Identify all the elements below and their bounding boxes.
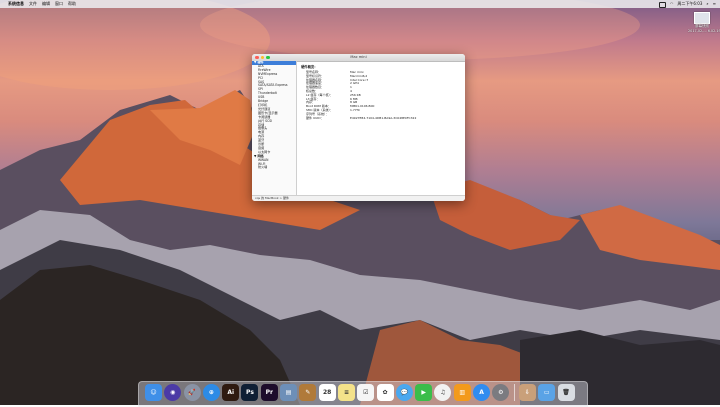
category-sidebar: ▼ 硬件 ATA FireWire NVMExpress PCI SAS SATA/SATA… [252,61,297,196]
dock-calendar-icon[interactable]: 28 [318,384,336,401]
file-thumbnail-icon [694,12,710,24]
detail-heading: 硬件概览： [301,65,318,69]
detail-pane: 硬件概览： 型号名称： Mac mini 型号标识符： Macmini6,2 处理器名称… [297,61,465,196]
detail-value: 1.77f0 [350,107,360,112]
window-title: Mac mini [350,55,367,59]
dock-ibooks-icon[interactable]: ▥ [453,384,471,401]
dock-notes-icon[interactable]: ≡ [337,384,355,401]
detail-row: 硬件 UUID： E4927E84-7104-4DB1-BA9A-3C048E0F… [301,115,461,121]
spotlight-icon[interactable]: ⌕ [706,0,708,8]
dock-app-store-icon[interactable]: A [473,384,491,401]
detail-key: 硬件 UUID： [306,115,324,120]
menu-bar: 系统信息 文件 编辑 窗口 帮助 ◠ 周二下午6:03 ⌕ ≡ [0,0,720,8]
detail-value: E4927E84-7104-4DB1-BA9A-3C048E0FC322 [350,115,417,120]
menu-app-name[interactable]: 系统信息 [8,0,24,8]
dock-finder-icon[interactable]: ☺ [145,384,162,401]
dock-siri-icon[interactable]: ◉ [164,384,182,401]
menu-help[interactable]: 帮助 [68,0,76,8]
dock-launchpad-icon[interactable]: 🚀 [183,384,201,401]
dock-photos-icon[interactable]: ✿ [376,384,394,401]
dock-preview-icon[interactable]: ▤ [280,384,298,401]
sidebar-item[interactable]: 防火墙 [252,166,296,170]
dock-facetime-icon[interactable]: ▶ [415,384,433,401]
dock-illustrator-icon[interactable]: Ai [222,384,240,401]
system-information-window: Mac mini ▼ 硬件 ATA FireWire NVMExpress PCI SAS… [252,54,465,201]
menu-window[interactable]: 窗口 [55,0,63,8]
menu-file[interactable]: 文件 [29,0,37,8]
dock-reminders-icon[interactable]: ☑ [357,384,375,401]
dock-trash-icon[interactable]: 🗑 [557,384,575,401]
desktop-screenshot-file[interactable]: 屏幕快照 2017-02-... 6.02.19 [688,12,720,33]
battery-icon[interactable] [658,2,666,8]
dock-itunes-icon[interactable]: ♫ [434,384,452,401]
dock-photoshop-icon[interactable]: Ps [241,384,259,401]
dock-premiere-icon[interactable]: Pr [260,384,278,401]
notification-center-icon[interactable]: ≡ [713,0,716,8]
path-bar: cqs 的 MacBook > 硬件 [252,195,465,201]
dock: ☺ ◉ 🚀 ⊕ Ai Ps Pr ▤ ✎ 28 ≡ ☑ ✿ 💬 ▶ ♫ ▥ A ⚙ ⇩ ▭ 🗑 [138,381,588,407]
menu-edit[interactable]: 编辑 [42,0,50,8]
file-label-date: 2017-02-... 6.02.19 [688,28,720,33]
dock-messages-icon[interactable]: 💬 [395,384,413,401]
dock-system-preferences-icon[interactable]: ⚙ [492,384,510,401]
menu-clock[interactable]: 周二下午6:03 [677,0,702,8]
dock-notes-app-icon[interactable]: ✎ [299,384,317,401]
dock-downloads-icon[interactable]: ⇩ [518,384,536,401]
dock-safari-icon[interactable]: ⊕ [202,384,220,401]
dock-separator [513,384,515,401]
dock-folder-icon[interactable]: ▭ [538,384,556,401]
wifi-icon[interactable]: ◠ [670,0,674,8]
